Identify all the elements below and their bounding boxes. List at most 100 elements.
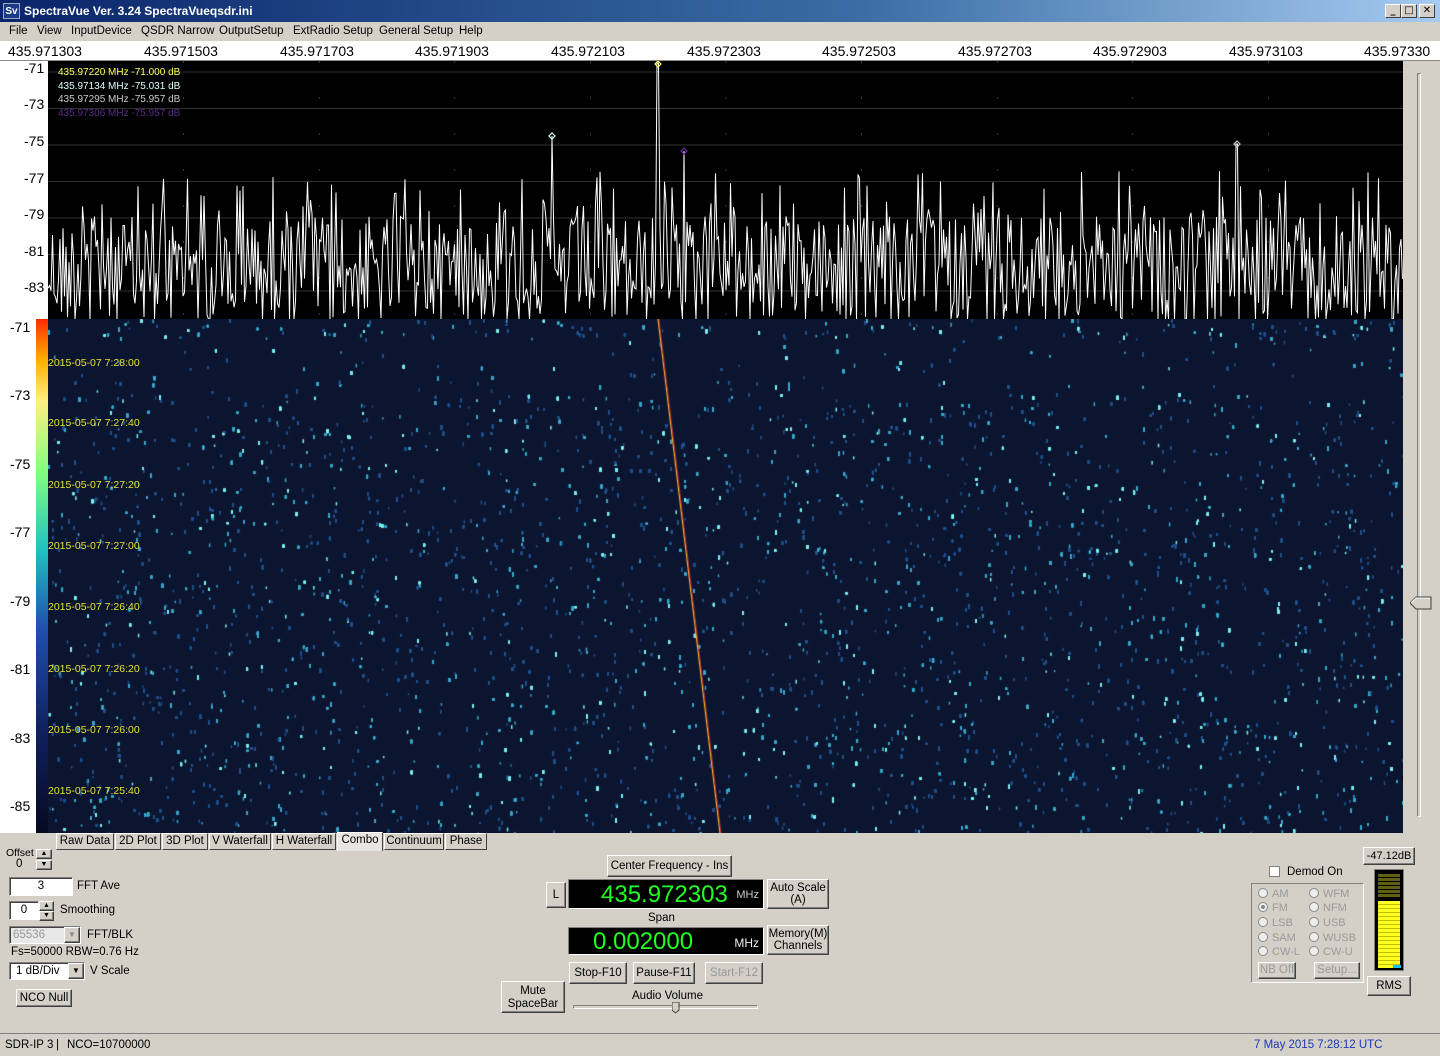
tab-v-waterfall[interactable]: V Waterfall: [209, 833, 271, 850]
stop-button[interactable]: Stop-F10: [569, 962, 627, 984]
spectrum-svg: [48, 61, 1403, 319]
smoothing-up-icon[interactable]: ▲: [39, 901, 54, 911]
smoothing-label: Smoothing: [60, 904, 115, 916]
pause-button[interactable]: Pause-F11: [633, 962, 695, 984]
timestamp-label: 2015-05-07 7:27:20: [48, 479, 140, 491]
freq-tick: 435.97330: [1364, 43, 1431, 59]
waterfall-db-tick: -73: [10, 387, 31, 403]
radio-sam[interactable]: SAM: [1258, 932, 1296, 944]
status-datetime: 7 May 2015 7:28:12 UTC: [1254, 1039, 1383, 1051]
timestamp-label: 2015-05-07 7:27:00: [48, 540, 140, 552]
menu-output-setup[interactable]: OutputSetup: [219, 25, 284, 37]
marker-readout: 435.97220 MHz -71.000 dB: [58, 67, 181, 78]
radio-dot-icon: [1258, 888, 1268, 898]
radio-cw-u[interactable]: CW-U: [1309, 946, 1353, 958]
radio-dot-icon: [1309, 932, 1319, 942]
fft-blk-dropdown-icon[interactable]: ▼: [64, 927, 80, 943]
timestamp-label: 2015-05-07 7:25:40: [48, 785, 140, 797]
radio-wusb[interactable]: WUSB: [1309, 932, 1356, 944]
slider-thumb-icon[interactable]: [1410, 596, 1432, 610]
lock-l-button[interactable]: L: [546, 882, 566, 908]
spectrum-markers: [548, 61, 1241, 155]
waterfall-color-scale: [36, 319, 48, 833]
start-button[interactable]: Start-F12: [705, 962, 763, 984]
timestamp-label: 2015-05-07 7:26:00: [48, 724, 140, 736]
title-bar: Sv SpectraVue Ver. 3.24 SpectraVueqsdr.i…: [0, 0, 1440, 22]
memory-label: Memory(M): [768, 928, 828, 940]
radio-dot-icon: [1258, 946, 1268, 956]
menu-input-device[interactable]: InputDevice: [71, 25, 132, 37]
tab-combo[interactable]: Combo: [337, 832, 383, 851]
menu-qsdr-narrow[interactable]: QSDR Narrow: [141, 25, 214, 37]
radio-nfm[interactable]: NFM: [1309, 902, 1347, 914]
nb-off-button[interactable]: NB Off: [1258, 962, 1296, 979]
span-value: 0.002000: [593, 928, 694, 955]
mute-label: Mute: [520, 985, 546, 997]
offset-up-icon[interactable]: ▲: [36, 849, 52, 859]
peak-marker-icon: [654, 61, 662, 68]
radio-cw-l[interactable]: CW-L: [1258, 946, 1300, 958]
reference-level-slider[interactable]: [1404, 61, 1440, 833]
spectrum-plot[interactable]: 435.97220 MHz -71.000 dB 435.97134 MHz -…: [48, 61, 1403, 319]
radio-label: USB: [1323, 917, 1346, 929]
menu-view[interactable]: View: [37, 25, 62, 37]
tab-phase[interactable]: Phase: [445, 833, 487, 850]
auto-scale-shortcut: (A): [790, 894, 806, 906]
waterfall-display[interactable]: 2015-05-07 7:28:00 2015-05-07 7:27:40 20…: [48, 319, 1403, 833]
radio-label: WUSB: [1323, 932, 1356, 944]
menu-extradio-setup[interactable]: ExtRadio Setup: [293, 25, 373, 37]
center-frequency-button[interactable]: Center Frequency - Ins: [607, 855, 732, 877]
level-meter-unlit: [1378, 874, 1400, 898]
offset-down-icon[interactable]: ▼: [36, 860, 52, 870]
auto-scale-label: Auto Scale: [770, 882, 826, 894]
marker-readout: 435.97295 MHz -75.957 dB: [58, 94, 181, 105]
freq-tick: 435.971903: [415, 43, 489, 59]
tab-2d-plot[interactable]: 2D Plot: [115, 833, 161, 850]
menu-general-setup[interactable]: General Setup: [379, 25, 453, 37]
offset-value[interactable]: 0: [16, 858, 22, 870]
radio-label: AM: [1272, 888, 1289, 900]
radio-fm[interactable]: FM: [1258, 902, 1288, 914]
radio-dot-icon: [1309, 902, 1319, 912]
audio-volume-track[interactable]: [573, 1005, 758, 1009]
tab-raw-data[interactable]: Raw Data: [56, 833, 114, 850]
mute-button[interactable]: Mute SpaceBar: [501, 981, 565, 1013]
nco-null-button[interactable]: NCO Null: [16, 989, 72, 1007]
radio-dot-icon: [1258, 917, 1268, 927]
auto-scale-button[interactable]: Auto Scale (A): [767, 879, 829, 909]
center-frequency-display[interactable]: 435.972303 MHz: [568, 879, 764, 909]
spectrum-db-tick: -79: [24, 206, 45, 222]
maximize-button[interactable]: □: [1401, 4, 1417, 18]
smoothing-input[interactable]: 0: [9, 901, 39, 920]
close-button[interactable]: ✕: [1419, 4, 1435, 18]
audio-volume-thumb[interactable]: [671, 1001, 680, 1014]
radio-am[interactable]: AM: [1258, 888, 1289, 900]
rms-button[interactable]: RMS: [1367, 976, 1411, 996]
menu-file[interactable]: File: [9, 25, 28, 37]
spectrum-db-tick: -77: [24, 170, 45, 186]
minimize-button[interactable]: _: [1385, 4, 1401, 18]
waterfall-db-tick: -75: [10, 456, 31, 472]
demod-setup-button[interactable]: Setup...: [1314, 962, 1360, 979]
tab-h-waterfall[interactable]: H Waterfall: [272, 833, 336, 850]
spectrum-db-tick: -83: [24, 279, 45, 295]
frequency-axis: 435.971303 435.971503 435.971703 435.971…: [0, 41, 1440, 61]
demod-on-checkbox[interactable]: [1269, 866, 1280, 877]
memory-channels-button[interactable]: Memory(M) Channels: [767, 925, 829, 955]
menu-help[interactable]: Help: [459, 25, 483, 37]
fft-ave-input[interactable]: 3: [9, 877, 73, 896]
waterfall-db-tick: -79: [10, 593, 31, 609]
marker-readout: 435.97134 MHz -75.031 dB: [58, 80, 181, 92]
span-display[interactable]: 0.002000 MHz: [568, 927, 764, 955]
vscale-dropdown-icon[interactable]: ▼: [68, 963, 84, 979]
radio-lsb[interactable]: LSB: [1258, 917, 1293, 929]
spectrum-trace: [48, 62, 1403, 319]
radio-usb[interactable]: USB: [1309, 917, 1346, 929]
smoothing-down-icon[interactable]: ▼: [39, 911, 54, 921]
tab-3d-plot[interactable]: 3D Plot: [162, 833, 208, 850]
level-meter: [1374, 869, 1404, 971]
fft-ave-label: FFT Ave: [77, 880, 121, 892]
radio-wfm[interactable]: WFM: [1309, 888, 1349, 900]
tab-continuum[interactable]: Continuum: [384, 833, 444, 850]
level-meter-bar: [1378, 900, 1400, 968]
